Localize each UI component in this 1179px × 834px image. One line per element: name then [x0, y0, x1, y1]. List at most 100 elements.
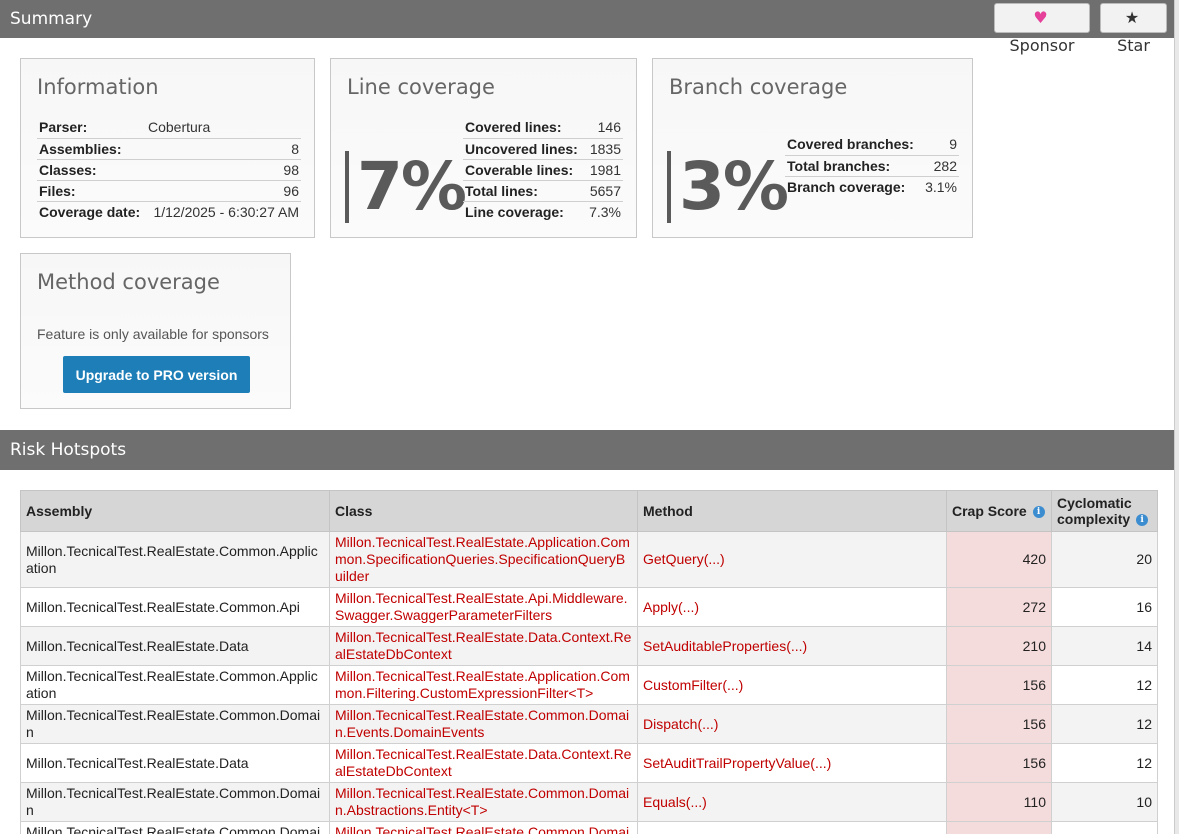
column-header-assembly[interactable]: Assembly [20, 490, 330, 532]
method-link[interactable]: SetAuditTrailPropertyValue(...) [637, 743, 947, 783]
scrollbar[interactable] [1175, 0, 1179, 834]
info-icon[interactable]: i [1032, 506, 1045, 519]
crap-score-label: Crap Score [952, 503, 1027, 519]
column-header-method[interactable]: Method [637, 490, 947, 532]
table-row: Millon.TecnicalTest.RealEstate.Common.Do… [20, 782, 1158, 822]
method-coverage-title: Method coverage [37, 270, 220, 294]
assembly-cell: Millon.TecnicalTest.RealEstate.Common.Ap… [20, 531, 330, 588]
line-coverage-card: Line coverage 7% Covered lines: 146 Uncov… [330, 58, 637, 238]
line-key: Total lines: [463, 180, 586, 202]
table-row: Millon.TecnicalTest.RealEstate.Data Mill… [20, 743, 1158, 783]
cyclomatic-cell: 14 [1051, 626, 1158, 666]
class-link[interactable]: Millon.TecnicalTest.RealEstate.Applicati… [329, 531, 638, 588]
branch-coverage-title: Branch coverage [669, 75, 848, 99]
method-link[interactable]: SetAuditableProperties(...) [637, 626, 947, 666]
line-row: Covered lines: 146 [463, 117, 623, 139]
info-value: 8 [145, 138, 301, 160]
info-row-parser: Parser: Cobertura [37, 117, 301, 139]
info-icon[interactable]: i [1136, 514, 1149, 527]
class-link[interactable]: Millon.TecnicalTest.RealEstate.Api.Middl… [329, 587, 638, 627]
line-coverage-table: Covered lines: 146 Uncovered lines: 1835 C… [463, 117, 623, 222]
info-row-assemblies: Assemblies: 8 [37, 138, 301, 160]
branch-coverage-percent: 3% [667, 151, 789, 223]
branch-row: Branch coverage: 3.1% [785, 176, 959, 197]
table-row: Millon.TecnicalTest.RealEstate.Data Mill… [20, 626, 1158, 666]
assembly-cell: Millon.TecnicalTest.RealEstate.Common.Do… [20, 782, 330, 822]
branch-key: Covered branches: [785, 134, 922, 156]
crap-score-cell: 156 [946, 743, 1052, 783]
heart-icon: ♥ [1033, 8, 1048, 27]
info-value: Cobertura [145, 117, 301, 139]
sponsor-button[interactable]: ♥ Sponsor [994, 3, 1090, 55]
cyclomatic-cell: 12 [1051, 743, 1158, 783]
risk-hotspots-table: Assembly Class Method Crap Score i Cyclo… [20, 490, 1158, 834]
information-table: Parser: Cobertura Assemblies: 8 Classes: 98… [37, 117, 301, 222]
line-value: 7.3% [589, 203, 621, 220]
branch-value: 9 [921, 134, 959, 156]
method-link[interactable]: Apply(...) [637, 587, 947, 627]
line-value: 1981 [585, 159, 623, 181]
info-row-files: Files: 96 [37, 180, 301, 202]
cyclomatic-cell: 8 [1051, 821, 1158, 834]
assembly-cell: Millon.TecnicalTest.RealEstate.Common.Ap… [20, 665, 330, 705]
info-value: 1/12/2025 - 6:30:27 AM [153, 203, 299, 220]
assembly-cell: Millon.TecnicalTest.RealEstate.Common.Do… [20, 704, 330, 744]
branch-key: Total branches: [785, 155, 922, 177]
class-link[interactable]: Millon.TecnicalTest.RealEstate.Data.Cont… [329, 743, 638, 783]
line-coverage-percent: 7% [345, 151, 467, 223]
column-header-crap-score[interactable]: Crap Score i [946, 490, 1052, 532]
class-link[interactable]: Millon.TecnicalTest.RealEstate.Common.Do… [329, 782, 638, 822]
table-row: Millon.TecnicalTest.RealEstate.Common.Ap… [20, 665, 1158, 705]
crap-score-cell: 272 [946, 587, 1052, 627]
class-link[interactable]: Millon.TecnicalTest.RealEstate.Applicati… [329, 665, 638, 705]
class-link[interactable]: Millon.TecnicalTest.RealEstate.Data.Cont… [329, 626, 638, 666]
cyclomatic-cell: 16 [1051, 587, 1158, 627]
cyclomatic-cell: 10 [1051, 782, 1158, 822]
line-row: Uncovered lines: 1835 [463, 138, 623, 160]
branch-row: Total branches: 282 [785, 155, 959, 177]
crap-score-cell: 420 [946, 531, 1052, 588]
line-row: Coverable lines: 1981 [463, 159, 623, 181]
class-link[interactable]: Millon.TecnicalTest.RealEstate.Common.Do… [329, 704, 638, 744]
upgrade-pro-button[interactable]: Upgrade to PRO version [63, 356, 250, 393]
star-icon: ★ [1124, 8, 1140, 27]
method-link[interactable]: op_Equality(...) [637, 821, 947, 834]
sponsor-label: Sponsor [1009, 36, 1075, 55]
line-value: 5657 [585, 180, 623, 202]
assembly-cell: Millon.TecnicalTest.RealEstate.Data [20, 743, 330, 783]
cyclomatic-cell: 20 [1051, 531, 1158, 588]
branch-key: Branch coverage: [787, 178, 906, 195]
method-link[interactable]: CustomFilter(...) [637, 665, 947, 705]
branch-row: Covered branches: 9 [785, 134, 959, 156]
method-link[interactable]: Equals(...) [637, 782, 947, 822]
column-header-class[interactable]: Class [329, 490, 638, 532]
branch-coverage-table: Covered branches: 9 Total branches: 282 Br… [785, 134, 959, 197]
branch-coverage-card: Branch coverage 3% Covered branches: 9 To… [652, 58, 973, 238]
cyclomatic-cell: 12 [1051, 665, 1158, 705]
info-value: 96 [145, 180, 301, 202]
line-row: Line coverage: 7.3% [463, 201, 623, 222]
risk-hotspots-header: Risk Hotspots [0, 430, 1174, 470]
star-label: Star [1117, 36, 1150, 55]
info-row-coverage-date: Coverage date: 1/12/2025 - 6:30:27 AM [37, 201, 301, 222]
info-value: 98 [145, 159, 301, 181]
branch-value: 3.1% [925, 178, 957, 195]
method-coverage-card: Method coverage Feature is only availabl… [20, 253, 291, 409]
method-link[interactable]: Dispatch(...) [637, 704, 947, 744]
info-key: Classes: [37, 159, 146, 181]
class-link[interactable]: Millon.TecnicalTest.RealEstate.Common.Do… [329, 821, 638, 834]
line-key: Covered lines: [463, 117, 586, 139]
table-row: Millon.TecnicalTest.RealEstate.Common.Ap… [20, 531, 1158, 588]
table-row: Millon.TecnicalTest.RealEstate.Common.Do… [20, 704, 1158, 744]
crap-score-cell: 72 [946, 821, 1052, 834]
assembly-cell: Millon.TecnicalTest.RealEstate.Common.Do… [20, 821, 330, 834]
method-link[interactable]: GetQuery(...) [637, 531, 947, 588]
cyclomatic-cell: 12 [1051, 704, 1158, 744]
table-row: Millon.TecnicalTest.RealEstate.Common.Do… [20, 821, 1158, 834]
star-button[interactable]: ★ Star [1100, 3, 1167, 55]
crap-score-cell: 156 [946, 665, 1052, 705]
cyclomatic-label: Cyclomatic complexity [1057, 495, 1132, 527]
info-key: Files: [37, 180, 146, 202]
table-row: Millon.TecnicalTest.RealEstate.Common.Ap… [20, 587, 1158, 627]
column-header-cyclomatic[interactable]: Cyclomatic complexity i [1051, 490, 1158, 532]
